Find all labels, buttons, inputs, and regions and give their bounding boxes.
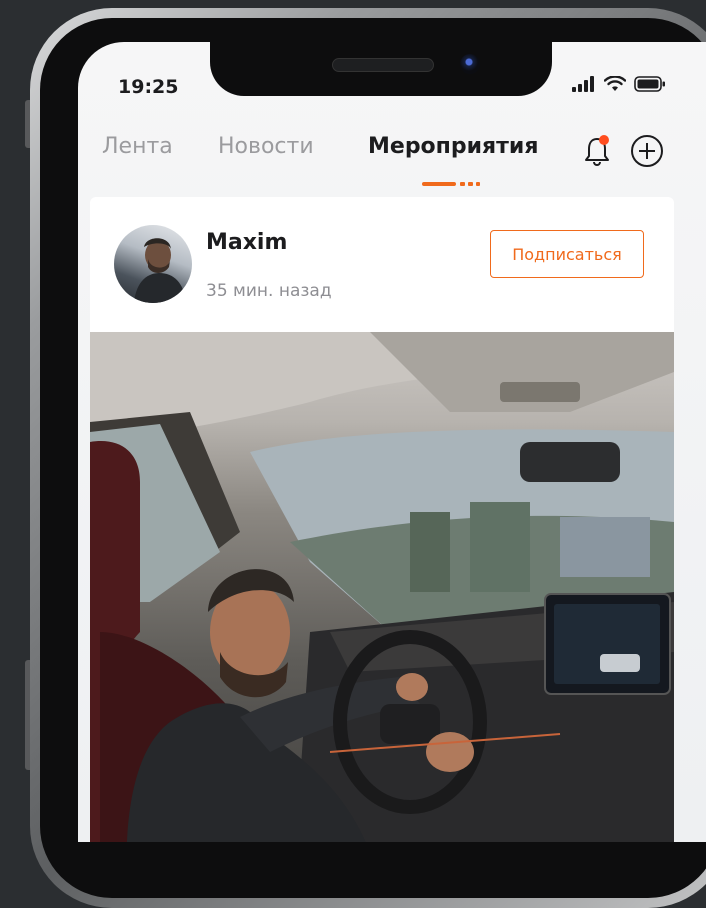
follow-button[interactable]: Подписаться bbox=[490, 230, 644, 278]
active-tab-indicator bbox=[422, 182, 480, 186]
post-timestamp: 35 мин. назад bbox=[206, 281, 332, 301]
notch bbox=[210, 42, 552, 96]
front-camera bbox=[460, 54, 480, 74]
battery-icon bbox=[634, 76, 665, 92]
status-icons bbox=[572, 76, 666, 92]
tab-feed[interactable]: Лента bbox=[102, 134, 173, 159]
speaker-grille bbox=[332, 58, 434, 72]
add-circle-icon[interactable] bbox=[630, 134, 664, 168]
post-card: Maxim 35 мин. назад Подписаться bbox=[90, 197, 674, 842]
post-image[interactable] bbox=[90, 332, 674, 842]
status-time: 19:25 bbox=[118, 76, 179, 98]
tab-news[interactable]: Новости bbox=[218, 134, 314, 159]
signal-icon bbox=[572, 76, 594, 92]
avatar[interactable] bbox=[114, 225, 192, 303]
notification-dot bbox=[599, 135, 609, 145]
bell-icon[interactable] bbox=[582, 134, 612, 168]
car-interior-illustration bbox=[90, 332, 674, 842]
wifi-icon bbox=[604, 76, 626, 91]
tab-events[interactable]: Мероприятия bbox=[368, 134, 538, 159]
app-screen: 19:25 Лента Новости Мероприятия Maxim 35… bbox=[78, 42, 706, 842]
avatar-photo bbox=[134, 238, 186, 303]
post-author[interactable]: Maxim bbox=[206, 230, 287, 255]
